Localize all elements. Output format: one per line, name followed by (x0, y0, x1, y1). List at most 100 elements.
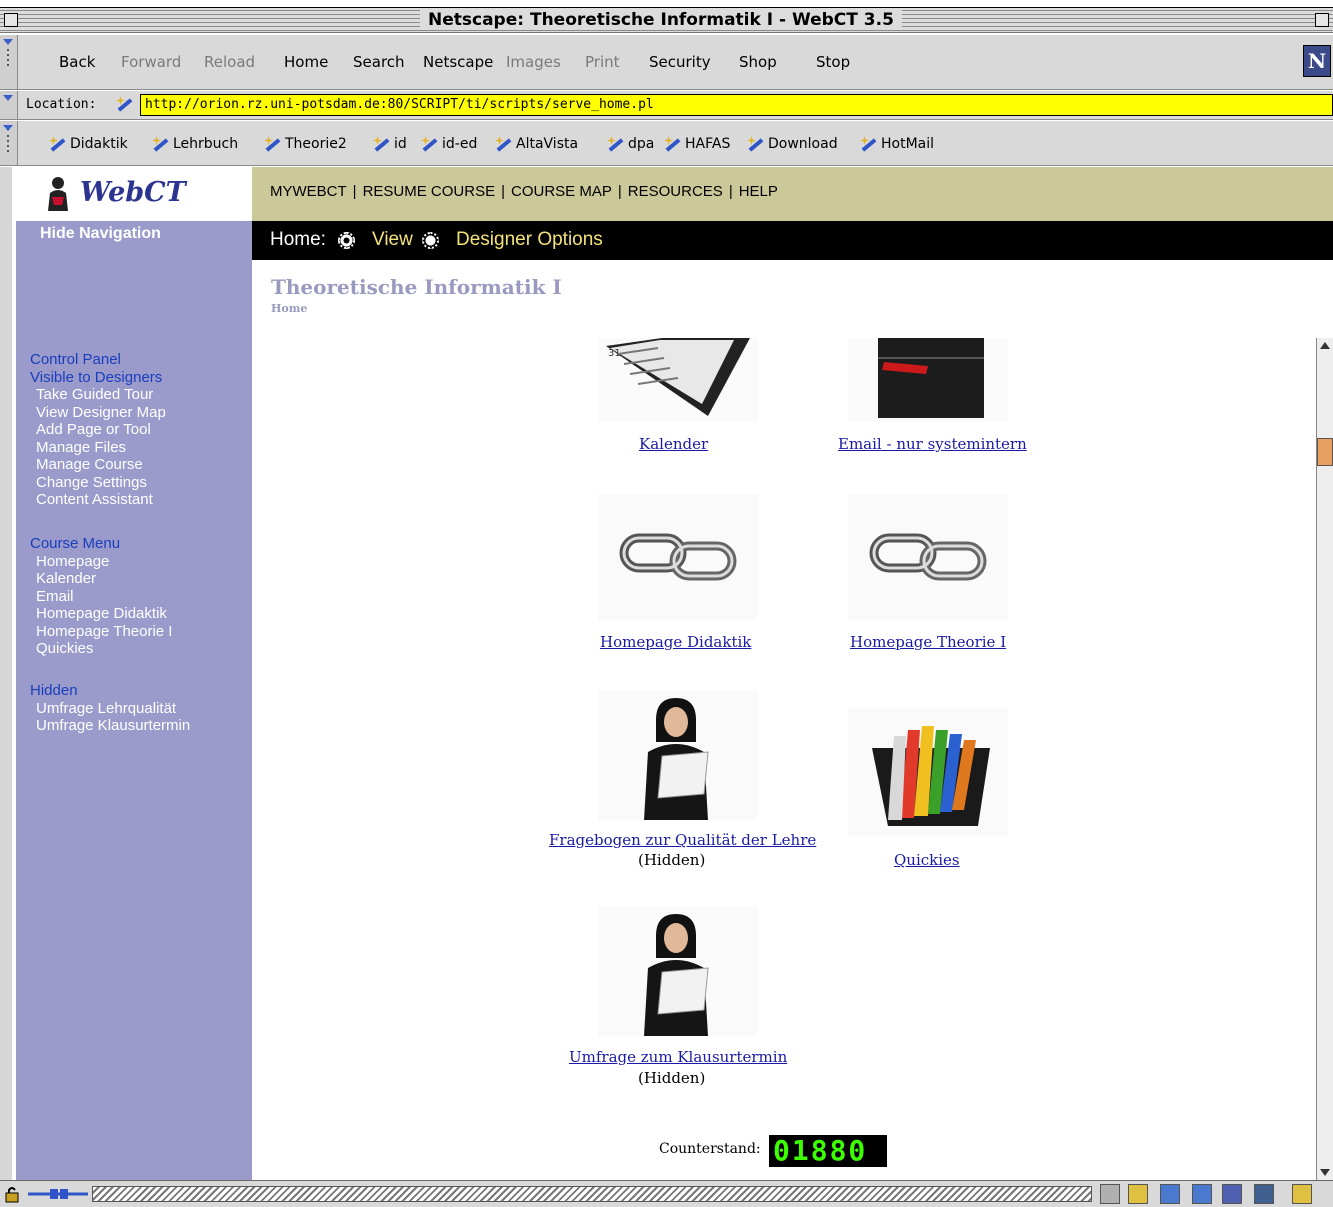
sidebar-item-quickies[interactable]: Quickies (36, 640, 94, 658)
sidebar-heading-control-panel[interactable]: Control Panel (30, 351, 121, 369)
bookmark-hafas[interactable]: HAFAS (662, 134, 730, 154)
svg-text:31: 31 (608, 348, 621, 359)
security-button[interactable]: Security (649, 53, 711, 71)
window-title-bar[interactable]: Netscape: Theoretische Informatik I - We… (0, 8, 1333, 33)
bookmark-icon (605, 134, 625, 154)
discussions-icon[interactable] (1222, 1184, 1242, 1204)
toolbar-grip[interactable] (0, 91, 18, 119)
sidebar-item-change-settings[interactable]: Change Settings (36, 474, 147, 492)
breadcrumb: Home: View Designer Options (252, 221, 1333, 260)
sidebar-item-kalender[interactable]: Kalender (36, 570, 96, 588)
security-lock-icon[interactable] (4, 1185, 22, 1203)
tool-link-kalender[interactable]: Kalender (639, 435, 708, 453)
netscape-button[interactable]: Netscape (423, 53, 493, 71)
view-mode-icon[interactable] (338, 232, 355, 249)
sidebar-item-umfrage-lehrqualitaet[interactable]: Umfrage Lehrqualität (36, 700, 176, 718)
sidebar-item-content-assistant[interactable]: Content Assistant (36, 491, 153, 509)
page-proxy-icon[interactable] (114, 94, 136, 116)
bookmark-icon (662, 134, 682, 154)
webct-logo[interactable]: WebCT (16, 167, 252, 221)
sidebar-item-umfrage-klausurtermin[interactable]: Umfrage Klausurtermin (36, 717, 190, 735)
navigator-icon[interactable] (1128, 1184, 1148, 1204)
hidden-status-label: (Hidden) (638, 851, 706, 869)
search-button[interactable]: Search (353, 53, 405, 71)
sidebar-item-homepage-didaktik[interactable]: Homepage Didaktik (36, 605, 167, 623)
sidebar-item-homepage-theorie-i[interactable]: Homepage Theorie I (36, 623, 172, 641)
inbox-icon[interactable] (1160, 1184, 1180, 1204)
component-grid-icon[interactable] (1100, 1184, 1120, 1204)
tool-link-homepage-didaktik[interactable]: Homepage Didaktik (600, 633, 751, 651)
sidebar-heading-course-menu: Course Menu (30, 535, 121, 552)
file-folders-icon[interactable] (848, 708, 1008, 836)
scroll-down-arrow[interactable] (1320, 1169, 1330, 1176)
bookmark-lehrbuch[interactable]: Lehrbuch (150, 134, 238, 154)
netscape-logo[interactable]: N (1303, 45, 1331, 77)
sidebar-item-manage-files[interactable]: Manage Files (36, 439, 126, 457)
nav-mywebct[interactable]: MYWEBCT (270, 183, 347, 200)
bookmark-icon (858, 134, 878, 154)
scroll-thumb[interactable] (1317, 438, 1333, 466)
reload-button[interactable]: Reload (204, 53, 255, 71)
nav-resume-course[interactable]: RESUME COURSE (363, 183, 496, 200)
sidebar-item-add-page-or-tool[interactable]: Add Page or Tool (36, 421, 151, 439)
chain-link-icon[interactable] (598, 494, 758, 620)
window-close-box[interactable] (4, 13, 18, 27)
chain-link-icon[interactable] (848, 494, 1008, 620)
sidebar-heading-hidden: Hidden (30, 682, 78, 699)
images-button[interactable]: Images (506, 53, 561, 71)
designer-options-option[interactable]: Designer Options (456, 229, 603, 251)
address-book-icon[interactable] (1254, 1184, 1274, 1204)
tool-link-quickies[interactable]: Quickies (894, 851, 960, 869)
vertical-scrollbar[interactable] (1316, 338, 1333, 1180)
bookmark-id[interactable]: id (371, 134, 407, 154)
tool-link-homepage-theorie-i[interactable]: Homepage Theorie I (850, 633, 1006, 651)
breadcrumb-home[interactable]: Home: (270, 229, 326, 251)
sidebar-item-email[interactable]: Email (36, 588, 74, 606)
toolbar-grip[interactable] (0, 35, 18, 89)
view-option[interactable]: View (372, 229, 413, 251)
window-zoom-box[interactable] (1315, 13, 1329, 27)
bookmark-download[interactable]: Download (745, 134, 838, 154)
toolbar-grip[interactable] (0, 121, 18, 165)
tool-link-email[interactable]: Email - nur systemintern (838, 435, 1027, 453)
nav-resources[interactable]: RESOURCES (628, 183, 723, 200)
bookmark-icon (493, 134, 513, 154)
shop-button[interactable]: Shop (739, 53, 777, 71)
stop-button[interactable]: Stop (816, 53, 850, 71)
bookmark-id-ed[interactable]: id-ed (419, 134, 477, 154)
sidebar-item-take-guided-tour[interactable]: Take Guided Tour (36, 386, 153, 404)
connection-status-icon (28, 1189, 88, 1199)
tool-link-umfrage-klausurtermin[interactable]: Umfrage zum Klausurtermin (569, 1048, 787, 1066)
designer-mode-icon[interactable] (422, 232, 439, 249)
mailbox-icon[interactable] (848, 338, 1008, 422)
edit-icon[interactable] (1292, 1184, 1312, 1204)
scroll-up-arrow[interactable] (1320, 342, 1330, 349)
url-field[interactable]: http://orion.rz.uni-potsdam.de:80/SCRIPT… (140, 94, 1333, 116)
sidebar-item-homepage[interactable]: Homepage (36, 553, 109, 571)
back-button[interactable]: Back (59, 53, 95, 71)
tool-link-fragebogen-lehre[interactable]: Fragebogen zur Qualität der Lehre (549, 831, 816, 849)
bookmark-altavista[interactable]: AltaVista (493, 134, 578, 154)
bookmark-theorie2[interactable]: Theorie2 (262, 134, 347, 154)
person-survey-icon[interactable] (598, 906, 758, 1036)
forward-button[interactable]: Forward (121, 53, 181, 71)
home-button[interactable]: Home (284, 53, 328, 71)
hide-navigation-link[interactable]: Hide Navigation (40, 225, 161, 243)
bookmark-hotmail[interactable]: HotMail (858, 134, 934, 154)
calendar-icon[interactable]: 31 (598, 338, 758, 422)
nav-help[interactable]: HELP (739, 183, 778, 200)
bookmark-icon (371, 134, 391, 154)
course-sidebar: Hide Navigation Control Panel Visible to… (16, 221, 252, 1180)
bookmarks-toolbar: Didaktik Lehrbuch Theorie2 id id-ed Alta… (0, 120, 1333, 166)
person-survey-icon[interactable] (598, 690, 758, 820)
nav-course-map[interactable]: COURSE MAP (511, 183, 612, 200)
bookmark-dpa[interactable]: dpa (605, 134, 654, 154)
webct-logo-text: WebCT (80, 177, 186, 208)
composer-icon[interactable] (1192, 1184, 1212, 1204)
bookmark-didaktik[interactable]: Didaktik (47, 134, 128, 154)
sidebar-item-manage-course[interactable]: Manage Course (36, 456, 143, 474)
sidebar-item-view-designer-map[interactable]: View Designer Map (36, 404, 166, 422)
print-button[interactable]: Print (585, 53, 620, 71)
bookmark-icon (47, 134, 67, 154)
sidebar-heading-visible-to-designers: Visible to Designers (30, 368, 163, 386)
